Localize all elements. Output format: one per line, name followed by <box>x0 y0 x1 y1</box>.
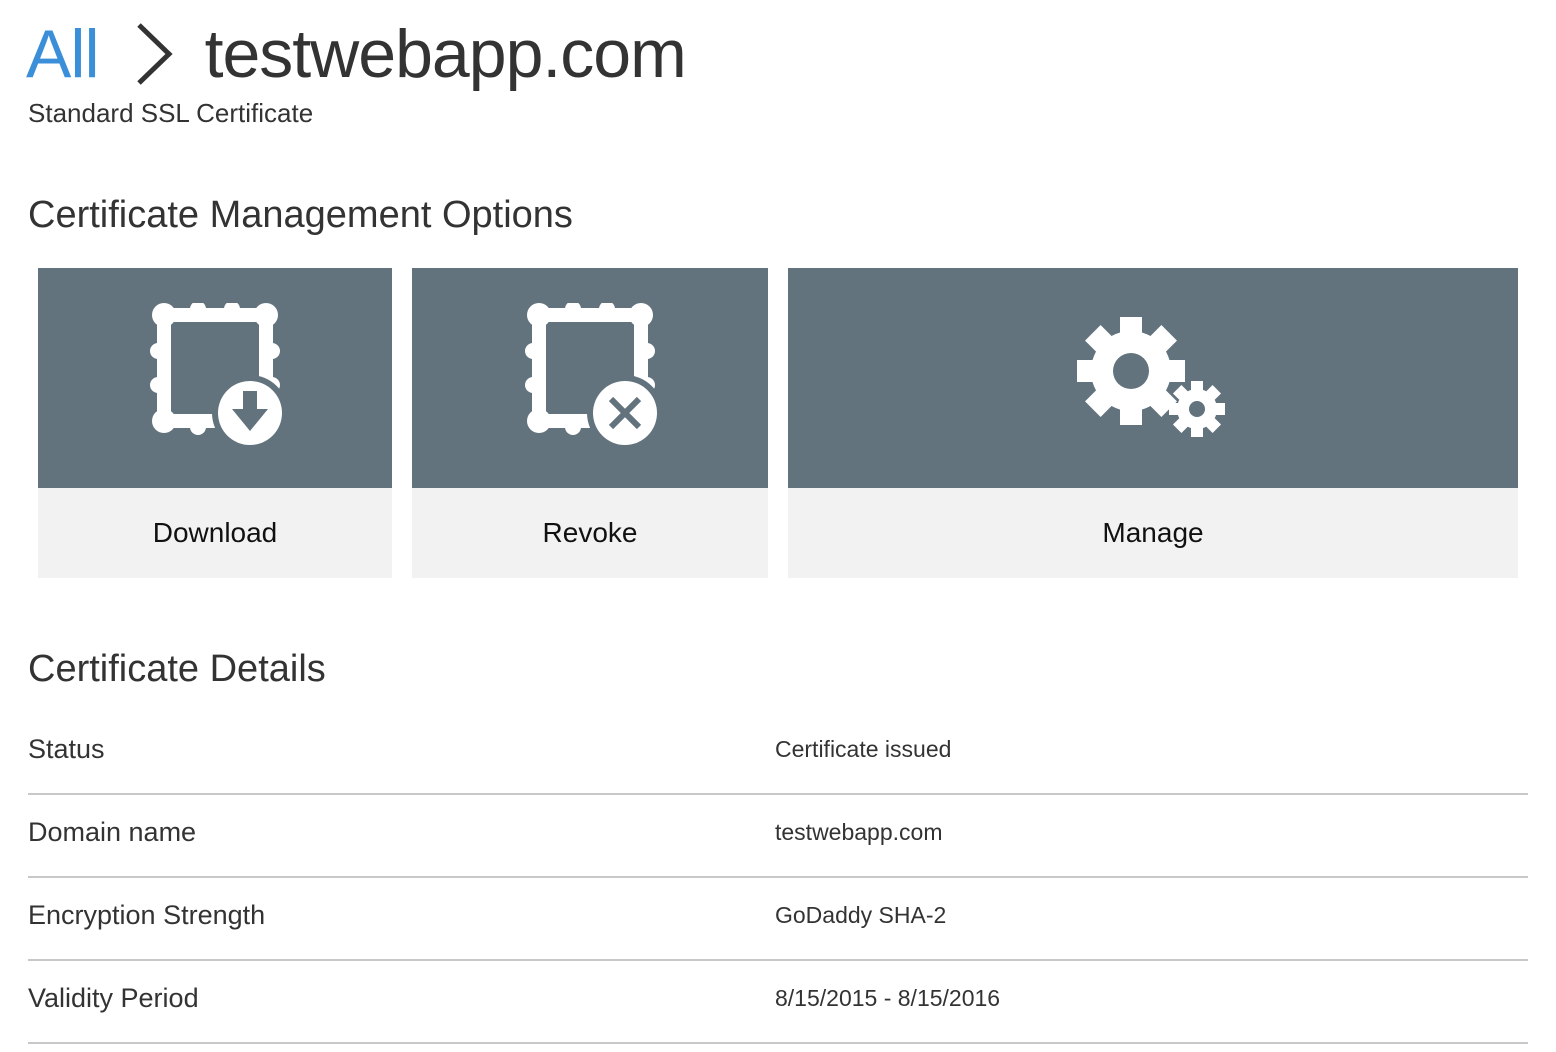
details-table: Status Certificate issued Domain name te… <box>28 712 1528 1044</box>
detail-label: Domain name <box>28 817 197 847</box>
detail-row-domain-name: Domain name testwebapp.com <box>28 795 1528 878</box>
breadcrumb: All testwebapp.com <box>26 14 687 94</box>
gears-icon <box>1077 317 1225 437</box>
download-button[interactable]: Download <box>38 268 392 578</box>
revoke-button[interactable]: Revoke <box>412 268 768 578</box>
revoke-tile-icon-area <box>412 268 768 488</box>
page-title: testwebapp.com <box>204 16 687 92</box>
certificate-revoke-icon <box>525 303 663 451</box>
detail-value: Certificate issued <box>775 736 952 762</box>
detail-value: GoDaddy SHA-2 <box>775 902 947 928</box>
breadcrumb-all-link[interactable]: All <box>26 20 100 88</box>
manage-button[interactable]: Manage <box>788 268 1518 578</box>
certificate-type: Standard SSL Certificate <box>28 98 314 128</box>
detail-label: Encryption Strength <box>28 900 266 930</box>
detail-row-encryption-strength: Encryption Strength GoDaddy SHA-2 <box>28 878 1528 961</box>
management-options-heading: Certificate Management Options <box>28 194 573 236</box>
detail-row-validity-period: Validity Period 8/15/2015 - 8/15/2016 <box>28 961 1528 1044</box>
detail-row-status: Status Certificate issued <box>28 712 1528 795</box>
certificate-download-icon <box>150 303 288 451</box>
manage-tile-icon-area <box>788 268 1518 488</box>
detail-value: 8/15/2015 - 8/15/2016 <box>775 985 1001 1011</box>
download-label: Download <box>38 488 392 578</box>
page: All testwebapp.com Standard SSL Certific… <box>0 0 1556 1052</box>
manage-label: Manage <box>788 488 1518 578</box>
certificate-details-heading: Certificate Details <box>28 648 326 690</box>
detail-value: testwebapp.com <box>775 819 943 845</box>
download-tile-icon-area <box>38 268 392 488</box>
chevron-right-icon <box>131 21 175 87</box>
detail-label: Status <box>28 734 105 764</box>
detail-label: Validity Period <box>28 983 199 1013</box>
revoke-label: Revoke <box>412 488 768 578</box>
